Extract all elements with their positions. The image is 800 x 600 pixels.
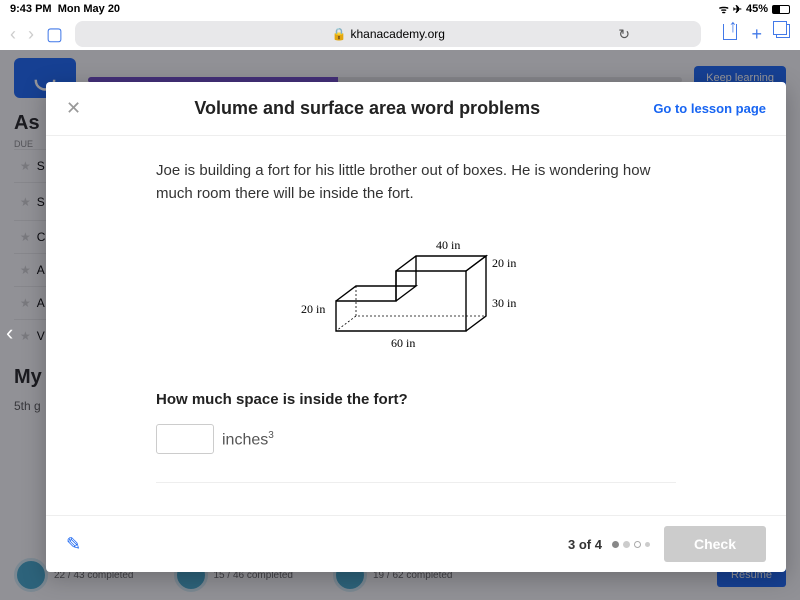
battery-icon — [772, 5, 790, 14]
dim-left: 20 in — [301, 302, 325, 316]
question-text: How much space is inside the fort? — [156, 391, 676, 408]
browser-toolbar: ‹ › ▢ 🔒 khanacademy.org ↻ ↑ + — [0, 18, 800, 50]
pager-text: 3 of 4 — [568, 537, 602, 552]
tabs-icon[interactable] — [776, 24, 790, 38]
check-button[interactable]: Check — [664, 526, 766, 562]
unit-label: inches3 — [222, 430, 274, 449]
status-bar: 9:43 PM Mon May 20 ᯤ ✈ 45% — [0, 0, 800, 18]
prev-chevron-icon[interactable]: ‹ — [6, 320, 13, 346]
lesson-link[interactable]: Go to lesson page — [653, 101, 766, 116]
bookmarks-icon[interactable]: ▢ — [46, 24, 63, 45]
dim-right: 30 in — [492, 296, 516, 310]
location-icon: ✈ — [733, 3, 742, 16]
url-text: khanacademy.org — [350, 27, 445, 41]
lock-icon: 🔒 — [332, 27, 347, 41]
forward-button[interactable]: › — [28, 24, 34, 45]
answer-input[interactable] — [156, 424, 214, 454]
battery-text: 45% — [746, 3, 768, 15]
pager-dots — [612, 541, 650, 548]
answer-row: inches3 — [156, 424, 676, 454]
modal-footer: ✎ 3 of 4 Check — [46, 515, 786, 572]
close-icon[interactable]: ✕ — [66, 98, 81, 119]
new-tab-icon[interactable]: + — [751, 24, 762, 45]
fort-diagram: 40 in 20 in 20 in 30 in 60 in — [156, 231, 676, 371]
url-bar[interactable]: 🔒 khanacademy.org ↻ — [75, 21, 701, 47]
wifi-icon: ᯤ — [719, 2, 729, 17]
share-icon[interactable]: ↑ — [723, 24, 737, 40]
dim-top: 40 in — [436, 238, 460, 252]
modal-body: Joe is building a fort for his little br… — [46, 136, 786, 515]
problem-text: Joe is building a fort for his little br… — [156, 160, 676, 205]
exercise-modal: ✕ Volume and surface area word problems … — [46, 82, 786, 572]
dim-right-up: 20 in — [492, 256, 516, 270]
status-right: ᯤ ✈ 45% — [719, 2, 790, 17]
modal-header: ✕ Volume and surface area word problems … — [46, 82, 786, 136]
back-button[interactable]: ‹ — [10, 24, 16, 45]
scratchpad-icon[interactable]: ✎ — [66, 534, 81, 555]
reload-icon[interactable]: ↻ — [618, 26, 630, 43]
dim-bottom: 60 in — [391, 336, 415, 350]
modal-title: Volume and surface area word problems — [81, 98, 653, 119]
status-left: 9:43 PM Mon May 20 — [10, 3, 120, 15]
